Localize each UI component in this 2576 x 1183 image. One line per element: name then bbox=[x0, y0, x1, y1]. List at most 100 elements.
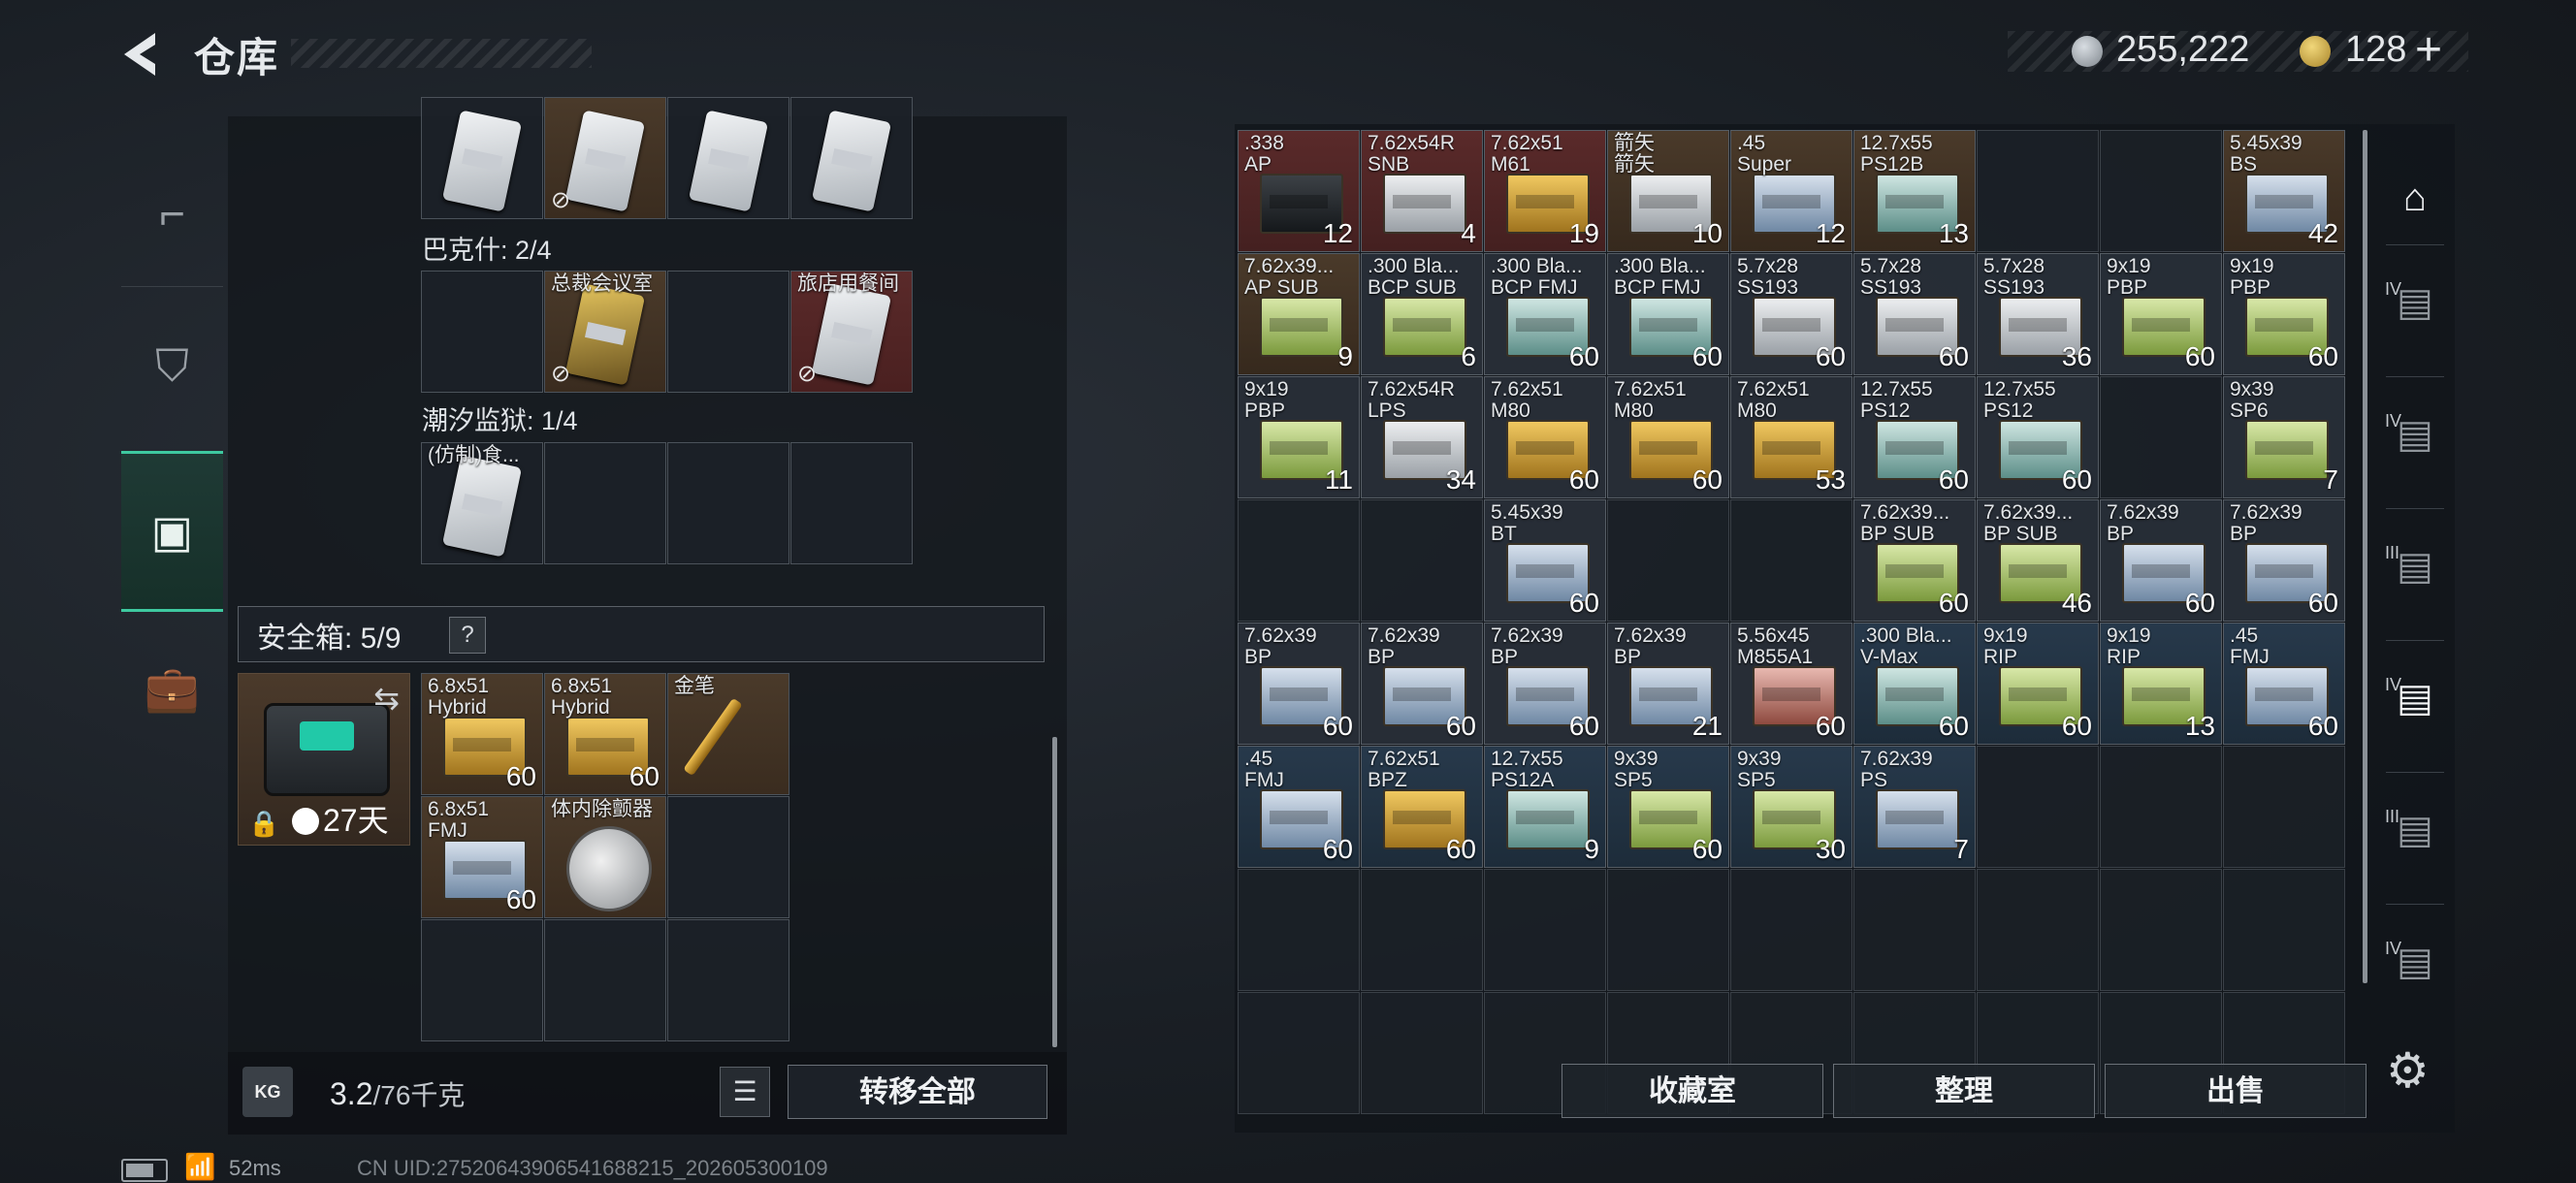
safe-box-capacity: 安全箱: 5/9 bbox=[257, 623, 402, 655]
filter-tier-1[interactable]: IV ▤ bbox=[2371, 386, 2459, 483]
item-count: 60 bbox=[1938, 711, 1969, 741]
safe-item-slot[interactable]: 6.8x51 FMJ 60 bbox=[421, 796, 543, 918]
empty-slot bbox=[544, 919, 666, 1041]
safe-item-slot[interactable]: 6.8x51 Hybrid 60 bbox=[421, 673, 543, 795]
stash-item-slot[interactable]: 9x19 RIP 60 bbox=[1977, 623, 2099, 745]
stash-item-slot[interactable]: 7.62x39 PS 7 bbox=[1853, 746, 1976, 868]
stash-item-slot[interactable]: 5.7x28 SS193 60 bbox=[1853, 253, 1976, 375]
stash-item-slot[interactable]: 5.45x39 BS 42 bbox=[2223, 130, 2345, 252]
organize-button[interactable]: 整理 bbox=[1833, 1064, 2095, 1118]
stash-item-slot[interactable]: 7.62x39... AP SUB 9 bbox=[1238, 253, 1360, 375]
help-button[interactable]: ? bbox=[449, 617, 486, 654]
stash-item-slot[interactable]: .45 FMJ 60 bbox=[2223, 623, 2345, 745]
item-count: 60 bbox=[1691, 834, 1723, 864]
stash-item-slot[interactable]: 9x19 RIP 13 bbox=[2100, 623, 2222, 745]
filter-tier-2[interactable]: III ▤ bbox=[2371, 518, 2459, 615]
stash-item-slot[interactable]: 7.62x51 M61 19 bbox=[1484, 130, 1606, 252]
stash-item-slot[interactable]: 9x19 PBP 11 bbox=[1238, 376, 1360, 498]
stash-item-slot[interactable]: 7.62x39 BP 60 bbox=[2100, 499, 2222, 622]
stash-scrollbar[interactable] bbox=[2363, 130, 2367, 983]
stash-item-slot[interactable]: 7.62x51 M80 53 bbox=[1730, 376, 1852, 498]
stash-item-slot[interactable]: 5.56x45 M855A1 60 bbox=[1730, 623, 1852, 745]
stash-item-slot[interactable]: 5.7x28 SS193 36 bbox=[1977, 253, 2099, 375]
stash-item-slot[interactable]: 9x39 SP5 30 bbox=[1730, 746, 1852, 868]
item-count: 60 bbox=[1322, 711, 1353, 741]
stash-item-slot[interactable]: 9x39 SP5 60 bbox=[1607, 746, 1729, 868]
safe-item-slot[interactable]: 体内除颤器 bbox=[544, 796, 666, 918]
transfer-all-button[interactable]: 转移全部 bbox=[788, 1065, 1047, 1119]
stash-item-slot[interactable]: 7.62x54R SNB 4 bbox=[1361, 130, 1483, 252]
stash-item-slot[interactable]: 箭矢 箭矢 10 bbox=[1607, 130, 1729, 252]
item-count: 60 bbox=[2184, 341, 2215, 371]
tier-label: IV bbox=[2385, 411, 2402, 431]
item-label: 5.45x39 BS bbox=[2230, 132, 2302, 176]
uid-readout: CN UID:2752064390654168821​5_20260530010… bbox=[357, 1156, 828, 1180]
sell-button[interactable]: 出售 bbox=[2105, 1064, 2367, 1118]
stash-item-slot[interactable]: 12.7x55 PS12B 13 bbox=[1853, 130, 1976, 252]
item-label: 7.62x39... AP SUB bbox=[1244, 255, 1335, 299]
stash-item-slot[interactable]: 5.45x39 BT 60 bbox=[1484, 499, 1606, 622]
tab-case[interactable]: 💼 bbox=[121, 611, 223, 766]
keycard-slot[interactable] bbox=[790, 97, 913, 219]
tier-label: III bbox=[2385, 807, 2400, 826]
stash-item-slot[interactable]: 12.7x55 PS12A 9 bbox=[1484, 746, 1606, 868]
stash-item-slot[interactable]: 7.62x51 M80 60 bbox=[1607, 376, 1729, 498]
container-icon: ▤ bbox=[2397, 809, 2433, 851]
settings-gear-icon[interactable]: ⚙ bbox=[2386, 1042, 2430, 1099]
stash-item-slot[interactable]: 7.62x51 M80 60 bbox=[1484, 376, 1606, 498]
wifi-icon: 📶 bbox=[184, 1152, 216, 1181]
item-count: 60 bbox=[2184, 588, 2215, 618]
stash-item-slot[interactable]: .45 Super 12 bbox=[1730, 130, 1852, 252]
stash-item-slot[interactable]: 7.62x51 BPZ 60 bbox=[1361, 746, 1483, 868]
keycard-slot[interactable]: 旅店用餐间 ⊘ bbox=[790, 271, 913, 393]
briefcase-icon: 💼 bbox=[144, 662, 201, 714]
stash-item-slot[interactable]: .338 AP 12 bbox=[1238, 130, 1360, 252]
filter-all[interactable]: ⌂ bbox=[2371, 149, 2459, 246]
stash-item-slot[interactable]: 7.62x39 BP 60 bbox=[2223, 499, 2345, 622]
filter-tier-5[interactable]: IV ▤ bbox=[2371, 913, 2459, 1010]
scrollbar[interactable] bbox=[1052, 737, 1057, 1047]
stash-item-slot[interactable]: 7.62x39 BP 60 bbox=[1238, 623, 1360, 745]
stash-item-slot[interactable]: .45 FMJ 60 bbox=[1238, 746, 1360, 868]
stash-item-slot[interactable]: 7.62x39 BP 21 bbox=[1607, 623, 1729, 745]
safe-item-slot[interactable]: 6.8x51 Hybrid 60 bbox=[544, 673, 666, 795]
keycard-slot[interactable]: 总裁会议室 ⊘ bbox=[544, 271, 666, 393]
stash-item-slot[interactable]: 7.62x39 BP 60 bbox=[1484, 623, 1606, 745]
empty-slot bbox=[2100, 746, 2222, 868]
keycard-slot[interactable] bbox=[421, 97, 543, 219]
stash-item-slot[interactable]: .300 Bla... BCP FMJ 60 bbox=[1607, 253, 1729, 375]
keycard-slot[interactable]: ⊘ bbox=[544, 97, 666, 219]
keycard-label: 旅店用餐间 bbox=[797, 272, 899, 295]
back-button[interactable] bbox=[116, 27, 175, 81]
stash-item-slot[interactable]: 7.62x39... BP SUB 46 bbox=[1977, 499, 2099, 622]
stash-item-slot[interactable]: 9x19 PBP 60 bbox=[2223, 253, 2345, 375]
item-count: 42 bbox=[2307, 218, 2338, 248]
list-view-button[interactable]: ☰ bbox=[720, 1067, 770, 1117]
stash-item-slot[interactable]: 12.7x55 PS12 60 bbox=[1977, 376, 2099, 498]
stash-item-slot[interactable]: .300 Bla... BCP FMJ 60 bbox=[1484, 253, 1606, 375]
filter-tier-0[interactable]: IV ▤ bbox=[2371, 254, 2459, 351]
stash-item-slot[interactable]: 9x39 SP6 7 bbox=[2223, 376, 2345, 498]
swap-icon[interactable]: ⇆ bbox=[373, 680, 400, 717]
stash-item-slot[interactable]: 7.62x54R LPS 34 bbox=[1361, 376, 1483, 498]
keycard-slot[interactable]: (仿制)食... bbox=[421, 442, 543, 564]
stash-item-slot[interactable]: .300 Bla... BCP SUB 6 bbox=[1361, 253, 1483, 375]
filter-tier-4[interactable]: III ▤ bbox=[2371, 782, 2459, 879]
stash-item-slot[interactable]: .300 Bla... V-Max 60 bbox=[1853, 623, 1976, 745]
tab-gear[interactable]: ⛉ bbox=[121, 289, 223, 444]
stash-item-slot[interactable]: 12.7x55 PS12 60 bbox=[1853, 376, 1976, 498]
filter-tier-3[interactable]: IV ▤ bbox=[2371, 650, 2459, 747]
safe-item-slot[interactable]: 金笔 bbox=[667, 673, 789, 795]
add-currency-button[interactable]: + bbox=[2415, 23, 2442, 77]
tab-weapon[interactable]: ⌐ bbox=[121, 136, 223, 291]
stash-item-slot[interactable]: 7.62x39 BP 60 bbox=[1361, 623, 1483, 745]
empty-slot bbox=[2100, 869, 2222, 991]
tab-backpack[interactable]: ▣ bbox=[121, 451, 223, 612]
keycard-slot[interactable] bbox=[667, 97, 789, 219]
collection-room-button[interactable]: 收藏室 bbox=[1562, 1064, 1823, 1118]
stash-item-slot[interactable]: 7.62x39... BP SUB 60 bbox=[1853, 499, 1976, 622]
stash-item-slot[interactable]: 5.7x28 SS193 60 bbox=[1730, 253, 1852, 375]
stash-item-slot[interactable]: 9x19 PBP 60 bbox=[2100, 253, 2222, 375]
safe-box-item[interactable]: ⇆ 🔒 27天 bbox=[238, 673, 410, 846]
item-count: 60 bbox=[1815, 711, 1846, 741]
